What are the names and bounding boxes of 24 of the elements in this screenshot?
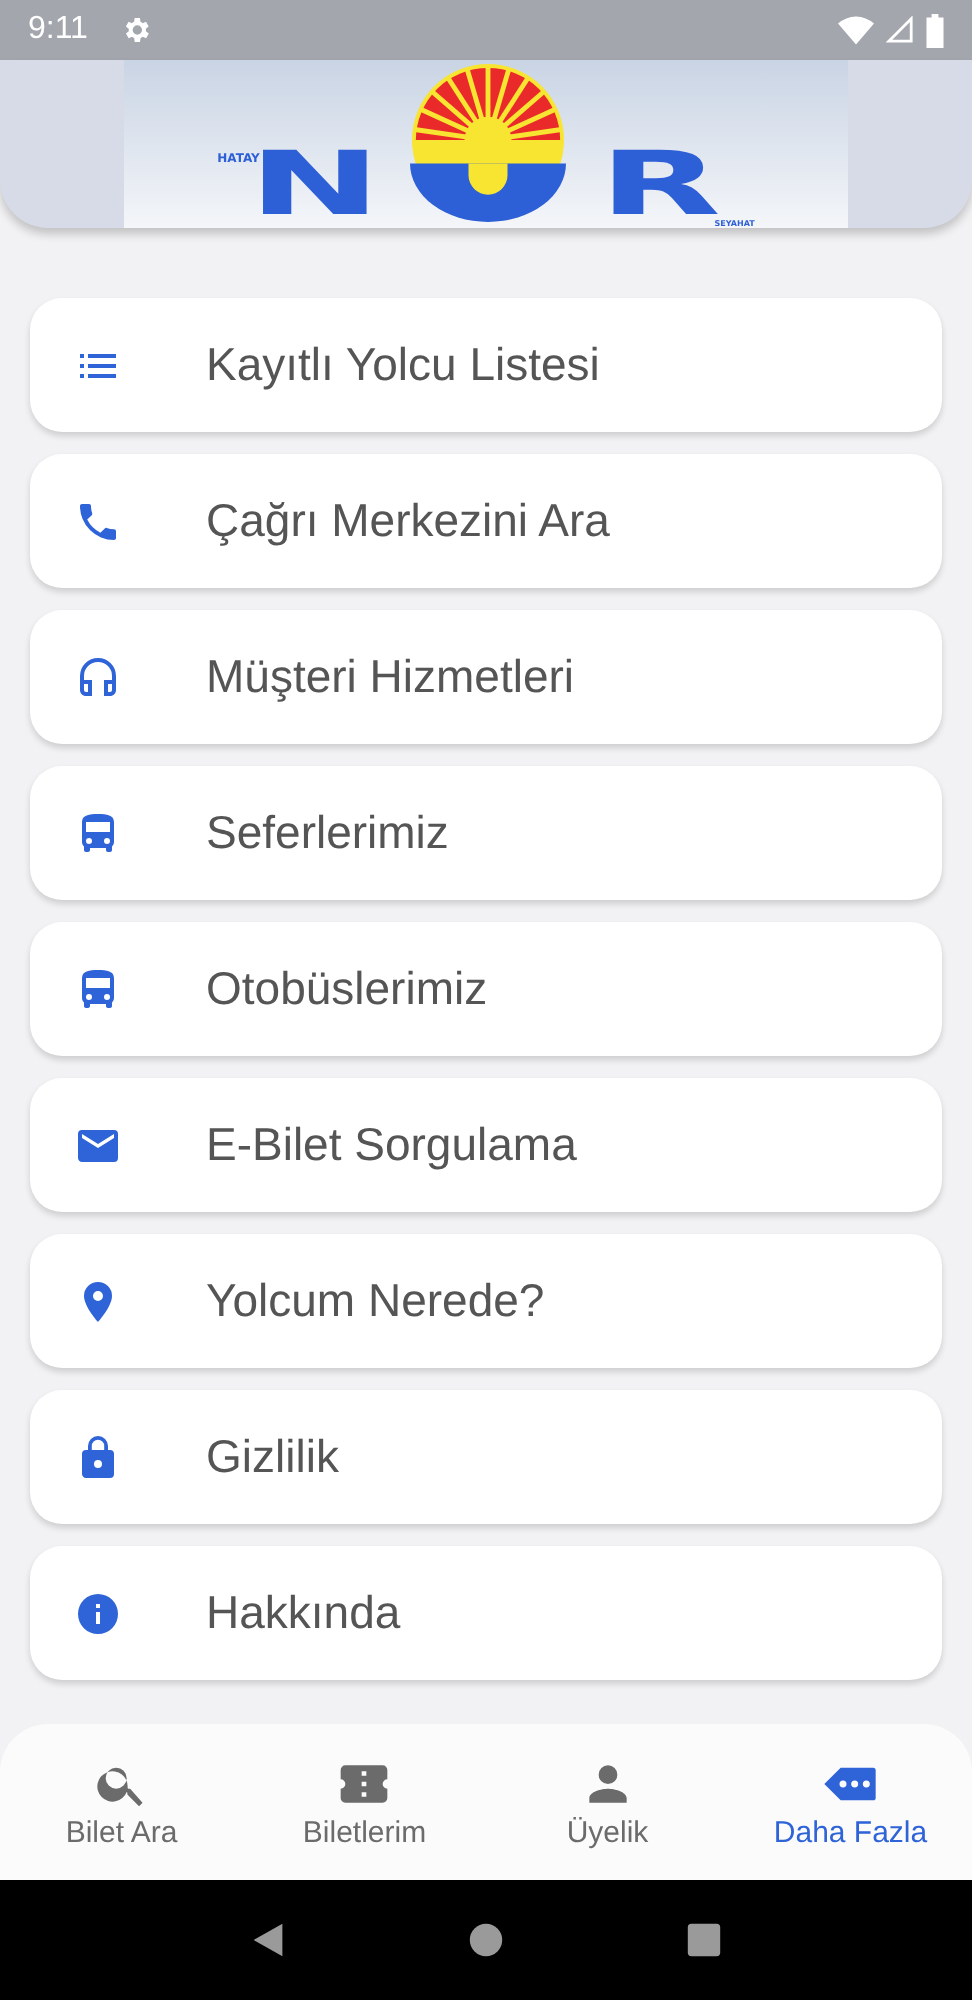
headset-icon <box>74 653 122 701</box>
wifi-icon <box>838 15 874 45</box>
menu-item[interactable]: Gizlilik <box>30 1390 942 1524</box>
nav-tab[interactable]: Üyelik <box>486 1724 729 1880</box>
sun-logo-icon <box>410 62 567 222</box>
menu-item[interactable]: Müşteri Hizmetleri <box>30 610 942 744</box>
home-icon[interactable] <box>467 1922 504 1958</box>
back-icon[interactable] <box>250 1922 287 1958</box>
menu-item[interactable]: Çağrı Merkezini Ara <box>30 454 942 588</box>
signal-icon <box>886 16 914 44</box>
nav-tab[interactable]: Daha Fazla <box>729 1724 972 1880</box>
battery-icon <box>926 13 944 47</box>
logo-letter: R <box>599 150 722 222</box>
info-icon <box>74 1589 122 1637</box>
menu-item[interactable]: Hakkında <box>30 1546 942 1680</box>
nav-tab[interactable]: Biletlerim <box>243 1724 486 1880</box>
menu-item[interactable]: E-Bilet Sorgulama <box>30 1078 942 1212</box>
menu-item[interactable]: Kayıtlı Yolcu Listesi <box>30 298 942 432</box>
recents-icon[interactable] <box>685 1922 722 1958</box>
menu-item[interactable]: Otobüslerimiz <box>30 922 942 1056</box>
nav-tab[interactable]: Bilet Ara <box>0 1724 243 1880</box>
menu-item[interactable]: Yolcum Nerede? <box>30 1234 942 1368</box>
menu-item[interactable]: Seferlerimiz <box>30 766 942 900</box>
status-time: 9:11 <box>28 12 88 48</box>
